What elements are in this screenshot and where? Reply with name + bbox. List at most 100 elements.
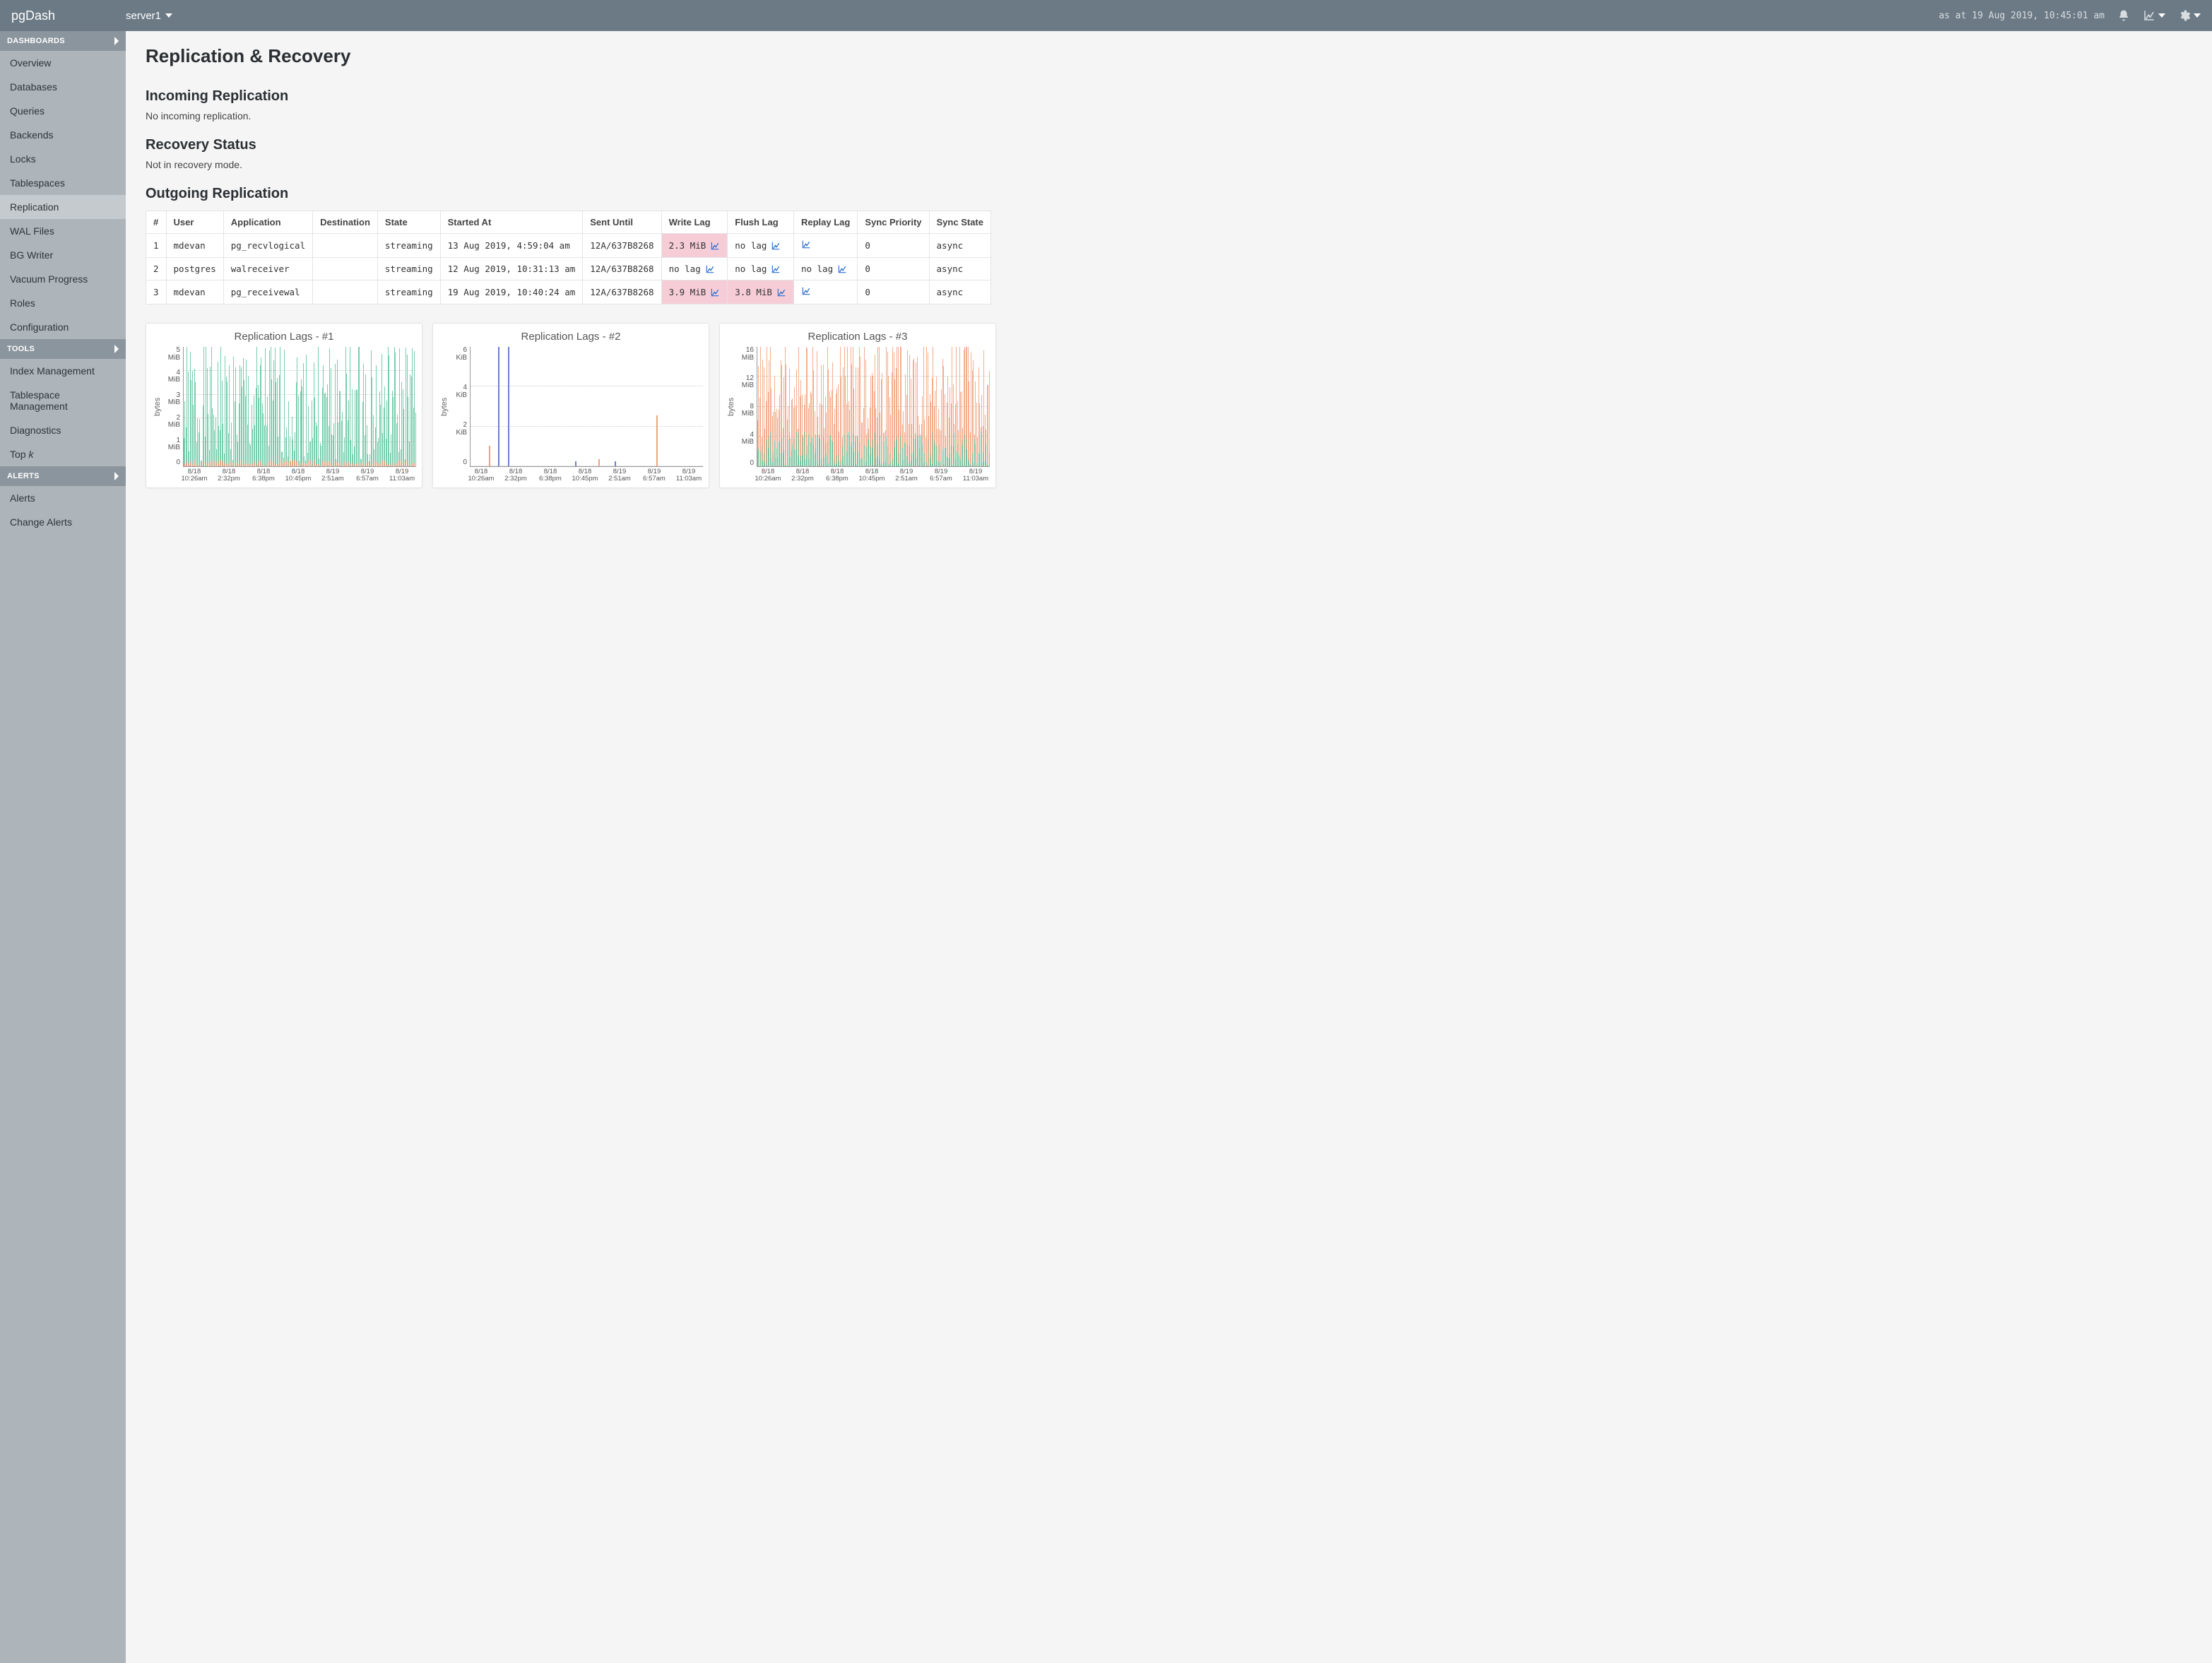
cell: pg_receivewal (223, 280, 312, 304)
sidebar-item-configuration[interactable]: Configuration (0, 315, 126, 339)
chart-title: Replication Lags - #2 (439, 331, 703, 343)
sidebar-item-roles[interactable]: Roles (0, 291, 126, 315)
col-header: Sync Priority (858, 211, 929, 234)
cell: mdevan (166, 234, 223, 258)
col-header: Sync State (929, 211, 990, 234)
bell-icon[interactable] (2117, 9, 2130, 22)
sidebar-section-header[interactable]: ALERTS (0, 466, 126, 486)
chart-card: Replication Lags - #1bytes5MiB4MiB3MiB2M… (146, 323, 422, 488)
chart-xaxis: 8/1810:26am8/182:32pm8/186:38pm8/1810:45… (754, 468, 990, 483)
chart-card: Replication Lags - #3bytes16MiB12MiB8MiB… (719, 323, 996, 488)
chart-yaxis: 5MiB4MiB3MiB2MiB1MiB0 (163, 347, 183, 467)
cell: 12A/637B8268 (583, 258, 661, 280)
chart-link-icon[interactable] (837, 264, 847, 274)
sidebar-item-tablespaces[interactable]: Tablespaces (0, 171, 126, 195)
recovery-text: Not in recovery mode. (146, 159, 2192, 170)
charts-container: Replication Lags - #1bytes5MiB4MiB3MiB2M… (146, 323, 2192, 488)
chart-title: Replication Lags - #3 (726, 331, 990, 343)
chart-link-icon[interactable] (771, 264, 781, 274)
table-row: 3mdevanpg_receivewalstreaming19 Aug 2019… (146, 280, 991, 304)
col-header: Started At (440, 211, 583, 234)
topbar: pgDash server1 as at 19 Aug 2019, 10:45:… (0, 0, 2212, 31)
chart-ylabel: bytes (152, 347, 163, 467)
sidebar-item-index-management[interactable]: Index Management (0, 359, 126, 383)
incoming-text: No incoming replication. (146, 110, 2192, 122)
col-header: Sent Until (583, 211, 661, 234)
sidebar-item-replication[interactable]: Replication (0, 195, 126, 219)
col-header: State (377, 211, 440, 234)
chart-link-icon[interactable] (710, 241, 720, 251)
chart-link-icon[interactable] (705, 264, 715, 274)
outgoing-table: #UserApplicationDestinationStateStarted … (146, 211, 991, 304)
content: Replication & Recovery Incoming Replicat… (126, 31, 2212, 1663)
cell: 0 (858, 234, 929, 258)
sidebar-item-queries[interactable]: Queries (0, 99, 126, 123)
cell: 3 (146, 280, 167, 304)
cell: walreceiver (223, 258, 312, 280)
chart-link-icon[interactable] (710, 288, 720, 297)
cell: 12 Aug 2019, 10:31:13 am (440, 258, 583, 280)
chart-plot (757, 347, 990, 467)
cell (313, 234, 378, 258)
cell (313, 280, 378, 304)
sidebar-item-vacuum-progress[interactable]: Vacuum Progress (0, 267, 126, 291)
cell: 0 (858, 258, 929, 280)
col-header: Replay Lag (793, 211, 857, 234)
col-header: # (146, 211, 167, 234)
sidebar-item-tablespace-management[interactable]: Tablespace Management (0, 383, 126, 418)
topbar-right: as at 19 Aug 2019, 10:45:01 am (1939, 9, 2201, 22)
cell: async (929, 234, 990, 258)
sidebar-item-databases[interactable]: Databases (0, 75, 126, 99)
server-selector[interactable]: server1 (126, 10, 172, 22)
cell: streaming (377, 258, 440, 280)
cell: 12A/637B8268 (583, 280, 661, 304)
sidebar-item-wal-files[interactable]: WAL Files (0, 219, 126, 243)
sidebar-item-locks[interactable]: Locks (0, 147, 126, 171)
chart-ylabel: bytes (726, 347, 737, 467)
cell: postgres (166, 258, 223, 280)
cell (793, 234, 857, 258)
col-header: Destination (313, 211, 378, 234)
sidebar-section-header[interactable]: DASHBOARDS (0, 31, 126, 51)
outgoing-heading: Outgoing Replication (146, 186, 2192, 202)
page-title: Replication & Recovery (146, 45, 2192, 67)
settings-menu[interactable] (2178, 9, 2201, 22)
col-header: Write Lag (661, 211, 728, 234)
sidebar-item-bg-writer[interactable]: BG Writer (0, 243, 126, 267)
sidebar-item-backends[interactable]: Backends (0, 123, 126, 147)
col-header: Application (223, 211, 312, 234)
chart-card: Replication Lags - #2bytes6KiB4KiB2KiB08… (432, 323, 709, 488)
cell: 1 (146, 234, 167, 258)
cell: streaming (377, 234, 440, 258)
caret-down-icon (165, 12, 172, 19)
cell: mdevan (166, 280, 223, 304)
recovery-heading: Recovery Status (146, 137, 2192, 153)
chart-ylabel: bytes (439, 347, 450, 467)
chart-xaxis: 8/1810:26am8/182:32pm8/186:38pm8/1810:45… (180, 468, 416, 483)
incoming-heading: Incoming Replication (146, 88, 2192, 105)
sidebar-item-overview[interactable]: Overview (0, 51, 126, 75)
cell: no lag (728, 258, 794, 280)
sidebar-item-diagnostics[interactable]: Diagnostics (0, 418, 126, 442)
cell: async (929, 280, 990, 304)
chart-icon (2143, 9, 2155, 22)
sidebar-item-alerts[interactable]: Alerts (0, 486, 126, 510)
caret-down-icon (2158, 12, 2165, 19)
chart-link-icon[interactable] (776, 288, 786, 297)
caret-down-icon (2194, 12, 2201, 19)
chart-menu[interactable] (2143, 9, 2165, 22)
brand[interactable]: pgDash (11, 8, 126, 23)
chart-link-icon[interactable] (801, 286, 811, 296)
cell: 3.9 MiB (661, 280, 728, 304)
sidebar-item-top-k[interactable]: Top k (0, 442, 126, 466)
sidebar-item-change-alerts[interactable]: Change Alerts (0, 510, 126, 534)
gear-icon (2178, 9, 2191, 22)
cell: no lag (793, 258, 857, 280)
chart-link-icon[interactable] (771, 241, 781, 251)
server-selector-label: server1 (126, 10, 161, 22)
chart-link-icon[interactable] (801, 239, 811, 249)
col-header: Flush Lag (728, 211, 794, 234)
sidebar-section-header[interactable]: TOOLS (0, 339, 126, 359)
cell: 12A/637B8268 (583, 234, 661, 258)
chart-plot (183, 347, 416, 467)
